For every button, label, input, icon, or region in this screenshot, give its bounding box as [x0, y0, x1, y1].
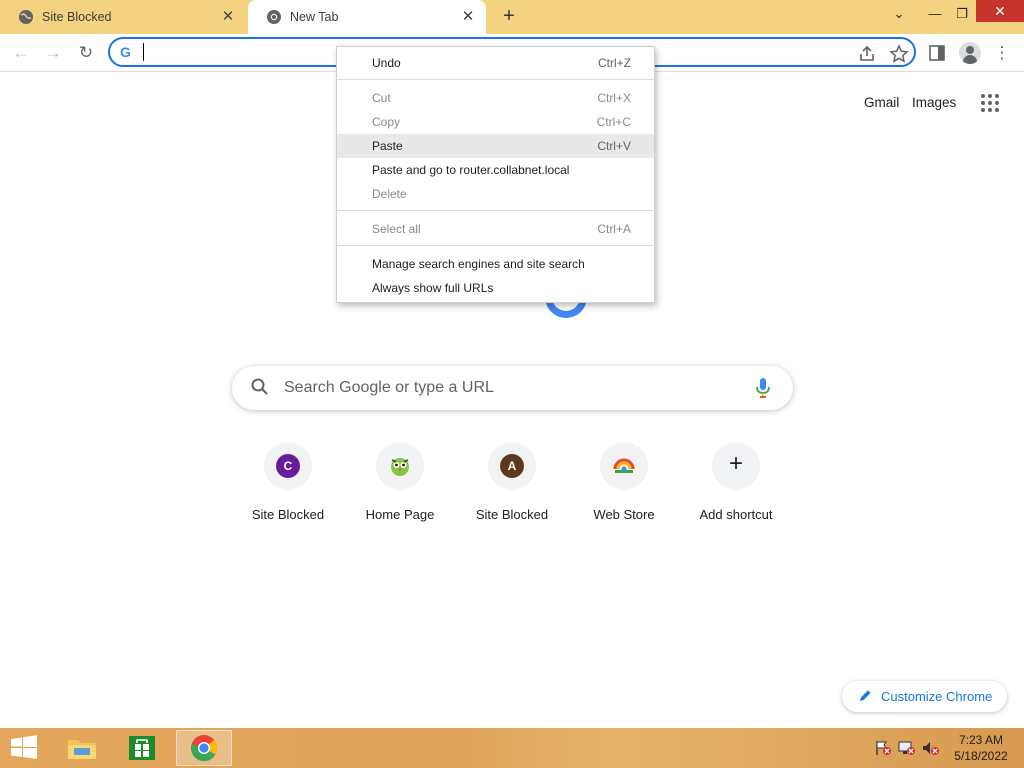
new-tab-button[interactable]: +	[498, 6, 520, 28]
shortcut-tile: C	[264, 442, 312, 490]
close-icon[interactable]: ✕	[220, 9, 236, 25]
shortcut-site-blocked[interactable]: C Site Blocked	[232, 442, 344, 532]
search-input[interactable]	[284, 377, 744, 399]
network-icon[interactable]	[898, 740, 916, 756]
shortcut-tile	[600, 442, 648, 490]
windows-start-icon[interactable]	[10, 735, 38, 759]
menu-item-label: Undo	[372, 56, 401, 70]
menu-item-label: Cut	[372, 91, 391, 105]
menu-item-shortcut: Ctrl+Z	[598, 56, 631, 70]
menu-item-paste[interactable]: Paste Ctrl+V	[337, 134, 654, 158]
shortcut-tile: +	[712, 442, 760, 490]
google-apps-icon[interactable]	[981, 94, 999, 112]
tab-search-chevron-icon[interactable]: ⌄	[881, 0, 917, 28]
avatar-head	[966, 46, 974, 54]
more-menu-icon[interactable]: ⋮	[991, 42, 1013, 64]
menu-item-delete[interactable]: Delete	[337, 182, 654, 206]
shortcut-label: Add shortcut	[699, 507, 773, 522]
volume-muted-icon[interactable]	[922, 740, 940, 756]
forward-button[interactable]: →	[42, 42, 64, 64]
menu-item-copy[interactable]: Copy Ctrl+C	[337, 110, 654, 134]
images-link[interactable]: Images	[912, 95, 956, 110]
menu-item-label: Always show full URLs	[372, 281, 494, 295]
restore-button[interactable]: ❐	[944, 0, 980, 28]
web-store-icon	[613, 458, 635, 473]
menu-separator	[337, 245, 654, 246]
shortcut-label: Site Blocked	[475, 507, 549, 522]
letter-c-icon: C	[276, 454, 300, 478]
menu-item-shortcut: Ctrl+V	[597, 139, 631, 153]
menu-item-label: Paste	[372, 139, 403, 153]
store-button[interactable]	[114, 730, 170, 766]
menu-item-show-full-urls[interactable]: Always show full URLs	[337, 276, 654, 300]
search-box[interactable]	[232, 366, 793, 410]
menu-separator	[337, 210, 654, 211]
side-panel-icon[interactable]	[927, 43, 947, 63]
menu-item-label: Manage search engines and site search	[372, 257, 585, 271]
menu-item-label: Copy	[372, 115, 401, 129]
window-close-button[interactable]: ✕	[976, 0, 1024, 22]
menu-item-label: Paste and go to router.collabnet.local	[372, 163, 570, 177]
shortcut-home-page[interactable]: Home Page	[344, 442, 456, 532]
system-clock[interactable]: 7:23 AM 5/18/2022	[950, 732, 1012, 764]
menu-item-shortcut: Ctrl+X	[597, 91, 631, 105]
menu-separator	[337, 79, 654, 80]
taskbar	[0, 728, 1024, 768]
tab-title: New Tab	[290, 10, 339, 24]
context-menu: Undo Ctrl+Z Cut Ctrl+X Copy Ctrl+C Paste…	[336, 46, 655, 303]
shortcut-tile: A	[488, 442, 536, 490]
pencil-icon	[860, 690, 871, 701]
shortcut-site-blocked-2[interactable]: A Site Blocked	[456, 442, 568, 532]
bookmark-star-icon[interactable]	[889, 44, 909, 64]
share-icon[interactable]	[857, 44, 877, 64]
clock-time: 7:23 AM	[958, 733, 1004, 747]
action-center-flag-icon[interactable]	[874, 740, 892, 756]
add-shortcut-button[interactable]: + Add shortcut	[680, 442, 792, 532]
microphone-icon[interactable]	[754, 376, 772, 400]
shortcut-label: Web Store	[593, 507, 655, 522]
avatar-body	[963, 55, 977, 64]
chrome-icon	[267, 10, 281, 24]
file-explorer-button[interactable]	[54, 730, 110, 766]
chrome-icon	[191, 735, 218, 762]
title-bar: Site Blocked ✕ New Tab ✕ + ⌄ — ❐ ✕	[0, 0, 1024, 34]
profile-avatar-icon[interactable]	[959, 42, 981, 64]
menu-item-cut[interactable]: Cut Ctrl+X	[337, 86, 654, 110]
shortcut-label: Home Page	[365, 507, 435, 522]
menu-item-label: Select all	[372, 222, 421, 236]
shortcut-label: Site Blocked	[251, 507, 325, 522]
close-icon[interactable]: ✕	[460, 9, 476, 25]
tab-title: Site Blocked	[42, 10, 112, 24]
tab-site-blocked[interactable]: Site Blocked ✕	[0, 0, 246, 34]
text-caret	[143, 43, 144, 61]
clock-date: 5/18/2022	[954, 749, 1008, 763]
tab-new-tab[interactable]: New Tab ✕	[248, 0, 486, 34]
customize-chrome-button[interactable]: Customize Chrome	[842, 681, 1007, 712]
customize-label: Customize Chrome	[881, 689, 993, 704]
folder-icon	[68, 740, 96, 759]
letter-a-icon: A	[500, 454, 524, 478]
menu-item-shortcut: Ctrl+C	[596, 115, 631, 129]
plus-icon: +	[728, 450, 743, 477]
google-icon: G	[120, 44, 131, 60]
gmail-link[interactable]: Gmail	[864, 95, 899, 110]
chrome-taskbar-button[interactable]	[176, 730, 232, 766]
owl-icon	[391, 458, 409, 476]
menu-item-shortcut: Ctrl+A	[597, 222, 631, 236]
menu-item-undo[interactable]: Undo Ctrl+Z	[337, 51, 654, 75]
shortcut-web-store[interactable]: Web Store	[568, 442, 680, 532]
store-icon	[129, 736, 155, 760]
globe-icon	[19, 10, 33, 24]
shortcut-tile	[376, 442, 424, 490]
menu-item-label: Delete	[372, 187, 407, 201]
menu-item-select-all[interactable]: Select all Ctrl+A	[337, 217, 654, 241]
menu-item-manage-search-engines[interactable]: Manage search engines and site search	[337, 252, 654, 276]
back-button[interactable]: ←	[10, 42, 32, 64]
search-icon	[251, 378, 268, 395]
reload-button[interactable]: ↻	[75, 42, 97, 64]
menu-item-paste-and-go[interactable]: Paste and go to router.collabnet.local	[337, 158, 654, 182]
